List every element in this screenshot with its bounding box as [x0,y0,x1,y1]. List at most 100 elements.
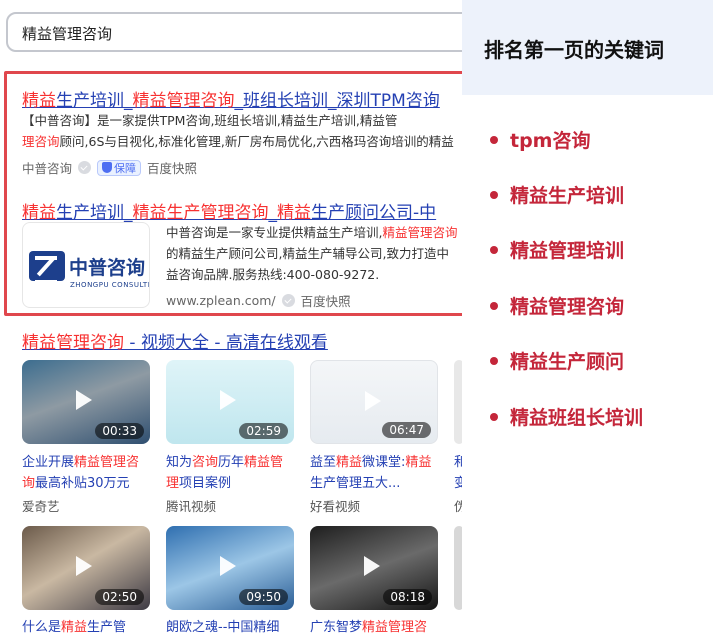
title-highlight: 精益 [22,91,56,111]
video-thumb-6[interactable]: 09:50 [166,526,294,610]
title-highlight: 精益管理咨询 [132,91,235,111]
bullet-icon [490,245,498,254]
video-duration: 08:18 [383,589,432,605]
video-title-text: 和 [454,455,462,470]
video-title-text: 益至 [310,455,337,470]
verified-icon [281,294,295,307]
search-results-column: 精益管理咨询 精益生产培训_精益管理咨询_班组长培训_深圳TPM咨询 【中普咨询… [0,0,462,637]
search-input[interactable]: 精益管理咨询 [6,12,462,52]
video-source-2: 腾讯视频 [166,499,217,514]
title-text: _班组长培训_深圳TPM咨询 [234,91,440,111]
guarantee-badge[interactable]: 保障 [97,159,142,176]
snapshot-link[interactable]: 百度快照 [301,291,351,310]
result-2-snippet-line1: 中普咨询是一家专业提供精益生产培训,精益管理咨询 [166,222,458,243]
play-icon [364,556,380,576]
video-section-title[interactable]: 精益管理咨询 - 视频大全 - 高清在线观看 [22,328,328,353]
keyword-item: 精益管理咨询 [490,292,624,319]
video-title-highlight: 精 [405,455,419,470]
keyword-item: 精益生产培训 [490,181,624,208]
result-source[interactable]: 中普咨询 [22,158,72,177]
play-icon [365,391,381,411]
video-title-highlight: 精益管理咨 [74,455,140,470]
search-query-text: 精益管理咨询 [22,25,113,43]
snippet-text: 【中普咨询】是一家提供TPM咨询,班组长培训,精益生产培训,精益管 [22,113,398,128]
result-url[interactable]: www.zplean.com/ [166,293,276,308]
video-title-text: 历年 [218,455,245,470]
result-1-snippet-line2: 理咨询顾问,6S与目视化,标准化管理,新厂房布局优化,六西格玛咨询培训的精益 [22,131,454,152]
title-highlight: 生产 [166,203,201,223]
video-title-2[interactable]: 知为咨询历年精益管理项目案例 [166,452,296,494]
video-source-3: 好看视频 [310,499,361,514]
title-highlight: 精益 [132,203,167,223]
video-title-text: 生产管 [87,620,127,635]
video-thumb-7[interactable]: 08:18 [310,526,438,610]
keyword-item: 精益管理培训 [490,236,624,263]
video-thumb-1[interactable]: 00:33 [22,360,150,444]
keywords-panel: 排名第一页的关键词 tpm咨询 精益生产培训 精益管理培训 精益管理咨询 精益生… [462,0,713,637]
bullet-icon [490,135,498,144]
bullet-icon [490,412,498,421]
video-title-text: 什么是 [22,620,62,635]
video-title-text: 项目案例 [179,476,232,491]
title-highlight: 管理咨询 [200,203,269,223]
result-1-snippet-line1: 【中普咨询】是一家提供TPM咨询,班组长培训,精益生产培训,精益管 [22,110,397,131]
video-duration: 09:50 [239,589,288,605]
snippet-highlight: 理咨询 [22,134,60,149]
keyword-text: 精益生产培训 [510,185,625,207]
keyword-text: 精益管理培训 [510,240,625,262]
video-title-7[interactable]: 广东智梦精益管理咨 [310,617,440,637]
video-title-3[interactable]: 益至精益微课堂:精益生产管理五大... [310,452,440,494]
bullet-icon [490,356,498,365]
video-title-text: 变 [454,476,462,491]
result-2-logo[interactable]: 中普咨询 ZHONGPU CONSULTING [22,222,150,308]
snippet-text: 顾问,6S与目视化,标准化管理,新厂房布局优化,六西格玛咨询培训的精益 [59,134,454,149]
title-text: 生产顾问公司-中 [311,203,437,223]
result-1-meta: 中普咨询 保障 百度快照 [22,158,197,177]
video-title-highlight: 理 [166,476,180,491]
snippet-text: 益咨询品牌.服务热线:400-080-9272. [166,267,380,282]
title-text: 生产培训_ [56,91,133,111]
keywords-panel-title: 排名第一页的关键词 [484,38,664,62]
video-title-highlight: 精益管 [244,455,284,470]
video-thumb-3[interactable]: 06:47 [310,360,438,444]
video-thumb-4-partial[interactable] [454,360,462,444]
title-highlight: 精益管理咨询 [22,333,124,353]
video-title-text: 知为 [166,455,193,470]
verified-icon [78,161,92,174]
video-duration: 02:59 [239,423,288,439]
video-thumb-5[interactable]: 02:50 [22,526,150,610]
play-icon [76,556,92,576]
play-icon [220,556,236,576]
title-text: - 视频大全 - 高清在线观看 [124,333,328,353]
video-title-text: 企业开展 [22,455,75,470]
video-thumb-8-partial[interactable] [454,526,462,610]
video-title-highlight: 精益 [61,620,88,635]
video-title-text: 朗欧之魂--中国精细 [166,620,280,635]
video-title-5[interactable]: 什么是精益生产管 [22,617,152,637]
keyword-text: 精益生产顾问 [510,351,625,373]
title-highlight: 精益 [277,203,311,223]
keyword-item: tpm咨询 [490,126,590,153]
snippet-text: 中普咨询是一家专业提供精益生产培训, [166,225,383,240]
keywords-panel-header: 排名第一页的关键词 [462,0,713,95]
result-1-title[interactable]: 精益生产培训_精益管理咨询_班组长培训_深圳TPM咨询 [22,86,440,111]
keyword-item: 精益班组长培训 [490,403,643,430]
video-title-4-partial[interactable]: 和 [454,452,462,473]
play-icon [76,390,92,410]
bullet-icon [490,190,498,199]
result-2-title[interactable]: 精益生产培训_精益生产管理咨询_精益生产顾问公司-中 [22,198,436,223]
video-title-1[interactable]: 企业开展精益管理咨询最高补贴30万元 [22,452,152,494]
result-2-snippet-line3: 益咨询品牌.服务热线:400-080-9272. [166,264,379,285]
snapshot-link[interactable]: 百度快照 [147,158,197,177]
video-thumb-2[interactable]: 02:59 [166,360,294,444]
video-title-text: 广东智梦 [310,620,363,635]
video-title-highlight: 精益 [336,455,363,470]
video-title-6[interactable]: 朗欧之魂--中国精细 [166,617,296,637]
video-duration: 06:47 [382,422,431,438]
keyword-text: 精益班组长培训 [510,407,644,429]
logo-subtext: ZHONGPU CONSULTING [70,281,149,289]
title-highlight: 精益 [22,203,56,223]
video-title-4-partial-line2[interactable]: 变 [454,473,462,494]
video-duration: 02:50 [95,589,144,605]
video-title-highlight: 精益管理咨 [362,620,428,635]
